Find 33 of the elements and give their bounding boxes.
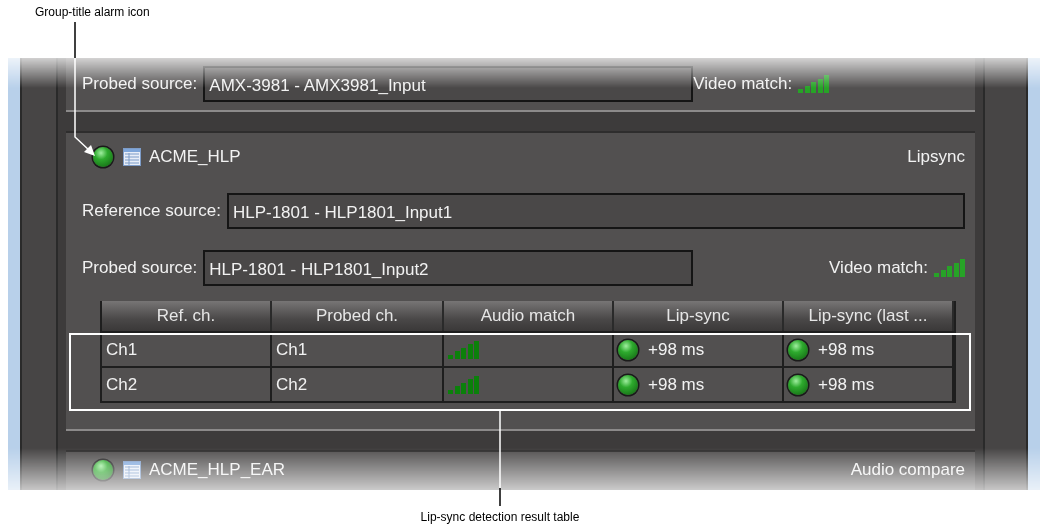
callout-label: Group-title alarm icon (35, 5, 150, 19)
audio-match-meter-icon (448, 340, 479, 359)
lip-sync-value: +98 ms (818, 339, 875, 361)
group-title: ACME_HLP (149, 146, 241, 167)
column-header[interactable]: Probed ch. (272, 301, 444, 331)
group-type-label: Audio compare (850, 459, 965, 480)
field-label: Probed source: (82, 74, 198, 94)
table-cell: Ch1 (272, 331, 444, 366)
column-header[interactable]: Ref. ch. (102, 301, 272, 331)
table-cell: Ch1 (102, 331, 272, 366)
table-icon (123, 460, 141, 479)
column-header[interactable]: Lip-sync (last ... (784, 301, 954, 331)
probed-source-field[interactable]: HLP-1801 - HLP1801_Input2 (203, 250, 694, 286)
video-match-meter-icon (934, 259, 965, 277)
probed-source-field[interactable]: AMX-3981 - AMX3981_Input (203, 66, 694, 102)
field-label: Video match: (693, 74, 793, 94)
group-title: ACME_HLP_EAR (149, 459, 286, 480)
reference-source-field[interactable]: HLP-1801 - HLP1801_Input1 (226, 193, 965, 229)
field-label: Reference source: (82, 201, 221, 221)
audio-match-meter-icon (448, 375, 479, 394)
table-cell: Ch2 (102, 366, 272, 401)
group-type-label: Lipsync (907, 146, 965, 167)
lip-sync-value: +98 ms (648, 374, 705, 396)
table-icon (123, 147, 141, 166)
field-label: Probed source: (82, 258, 198, 278)
callout-label: Lip-sync detection result table (419, 510, 581, 524)
lip-sync-value: +98 ms (818, 374, 875, 396)
table-cell: Ch2 (272, 366, 444, 401)
field-label: Video match: (829, 258, 928, 278)
video-match-meter-icon (798, 75, 830, 93)
lip-sync-value: +98 ms (648, 339, 705, 361)
column-header[interactable]: Lip-sync (614, 301, 784, 331)
column-header[interactable]: Audio match (444, 301, 614, 331)
